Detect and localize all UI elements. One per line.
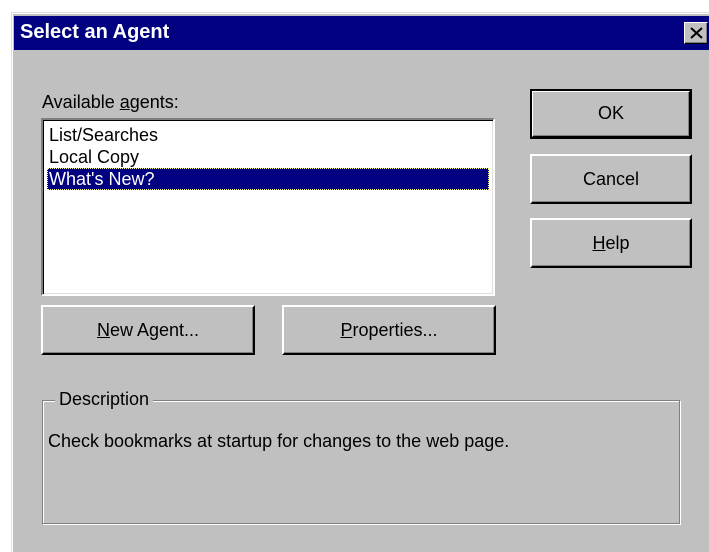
new-agent-mnemonic: N [96,320,110,340]
properties-rest: roperties... [352,320,438,340]
label-text-post: gents: [129,92,179,112]
properties-button[interactable]: Properties... [282,305,496,355]
list-item-local-copy[interactable]: Local Copy [47,146,489,168]
select-agent-dialog: Select an Agent Available agents: List/S… [11,12,709,552]
close-button[interactable] [684,22,708,44]
help-mnemonic: H [592,233,606,253]
cancel-button[interactable]: Cancel [530,154,692,204]
new-agent-rest: ew Agent... [109,320,200,340]
close-x-icon [690,27,703,39]
available-agents-label: Available agents: [42,92,179,113]
new-agent-label: New Agent... [43,307,253,353]
description-text: Check bookmarks at startup for changes t… [48,431,510,451]
help-button[interactable]: Help [530,218,692,268]
label-mnemonic: a [119,92,130,112]
dialog-title: Select an Agent [20,21,170,43]
ok-button[interactable]: OK [530,89,692,139]
properties-label: Properties... [284,307,494,353]
label-text-pre: Available [42,92,120,112]
ok-label: OK [597,103,624,123]
help-label: Help [532,220,690,266]
properties-mnemonic: P [340,320,353,340]
title-bar[interactable]: Select an Agent [14,16,709,50]
list-item-list-searches[interactable]: List/Searches [47,124,489,146]
description-legend: Description [55,389,154,410]
cancel-label: Cancel [582,169,640,189]
list-item-whats-new[interactable]: What's New? [47,168,489,190]
description-groupbox: Description Check bookmarks at startup f… [42,389,680,524]
agents-listbox[interactable]: List/Searches Local Copy What's New? [41,118,495,296]
help-rest: elp [605,233,630,253]
new-agent-button[interactable]: New Agent... [41,305,255,355]
